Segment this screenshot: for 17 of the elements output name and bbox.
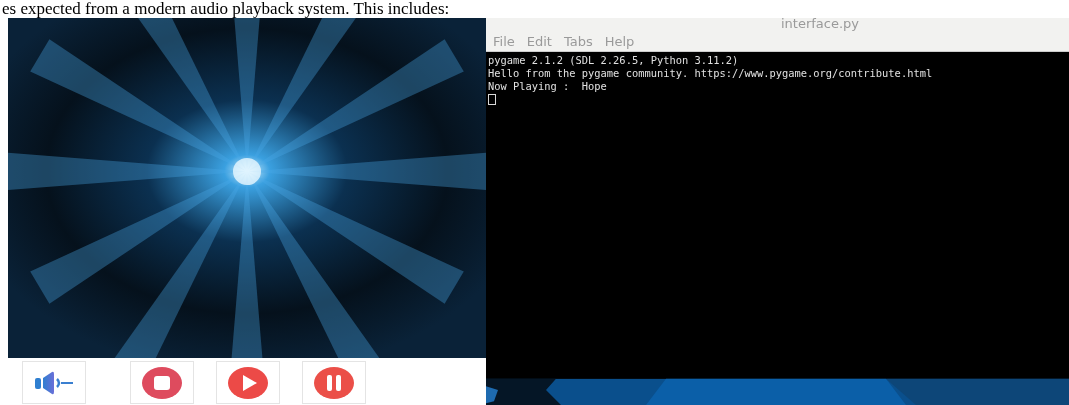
- pause-icon: [314, 366, 354, 399]
- menu-item[interactable]: Tabs: [563, 34, 593, 49]
- stop-icon: [142, 366, 182, 399]
- stop-button[interactable]: [130, 361, 194, 404]
- volume-icon: [33, 369, 75, 396]
- menu-item[interactable]: Help: [604, 34, 635, 49]
- terminal-line: Hello from the pygame community. https://www.pygame.org/contribute.html: [488, 67, 934, 80]
- terminal-line: pygame 2.1.2 (SDL 2.26.5, Python 3.11.2): [488, 54, 740, 67]
- pause-button[interactable]: [302, 361, 366, 404]
- volume-button[interactable]: [22, 361, 86, 404]
- play-icon: [228, 366, 268, 399]
- menu-item[interactable]: Edit: [526, 34, 552, 49]
- terminal-line: Now Playing : Hope: [488, 80, 608, 93]
- window-title: interface.py: [780, 17, 859, 30]
- menu-item[interactable]: File: [493, 34, 515, 49]
- play-button[interactable]: [216, 361, 280, 404]
- document-text: es expected from a modern audio playback system. This includes:: [1, 0, 450, 18]
